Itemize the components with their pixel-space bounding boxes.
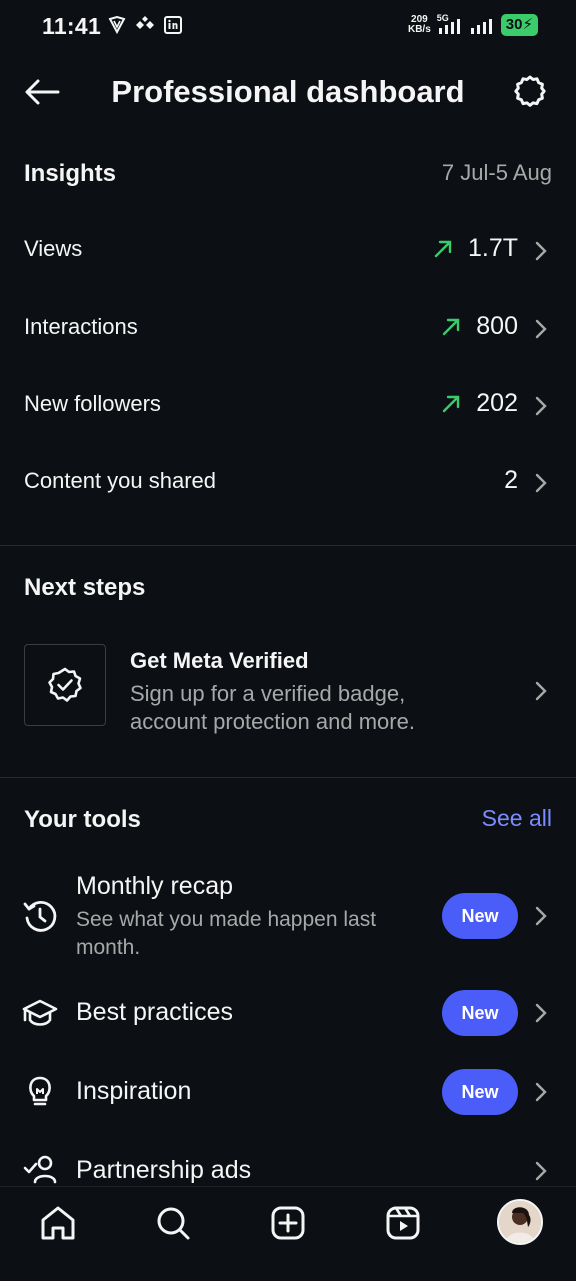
chevron-right-icon: [535, 1003, 547, 1023]
nav-reels-button[interactable]: [383, 1203, 423, 1243]
next-steps-title: Next steps: [24, 574, 146, 601]
app-notification-icon: [136, 16, 154, 29]
home-icon: [41, 1206, 75, 1240]
metric-value: 800: [476, 312, 518, 340]
chevron-right-icon: [535, 1082, 547, 1102]
notification-icons: [108, 16, 182, 34]
tool-title: Best practices: [76, 998, 234, 1026]
new-badge: New: [442, 990, 518, 1036]
settings-button[interactable]: [512, 74, 548, 110]
metric-value: 202: [476, 389, 518, 417]
signal-icon: [470, 19, 492, 34]
history-icon: [23, 900, 57, 932]
page-title: Professional dashboard: [111, 74, 465, 109]
nav-profile-avatar[interactable]: [497, 1199, 543, 1245]
divider: [0, 545, 576, 546]
tools-title: Your tools: [24, 806, 141, 833]
chevron-right-icon: [535, 1161, 547, 1181]
tool-partnership-ads[interactable]: Partnership ads: [0, 1144, 576, 1186]
chevron-right-icon: [535, 906, 547, 926]
metric-row-content-shared[interactable]: Content you shared 2: [0, 452, 576, 512]
see-all-link[interactable]: See all: [482, 805, 552, 832]
insights-title: Insights: [24, 160, 117, 187]
tool-best-practices[interactable]: Best practices New: [0, 986, 576, 1046]
tool-title: Monthly recap: [76, 872, 234, 900]
status-bar: 11:41 209 KB/s 5G 30⚡: [0, 0, 576, 56]
net-speed-unit: KB/s: [407, 24, 431, 35]
nav-home-button[interactable]: [38, 1203, 78, 1243]
new-badge: New: [442, 893, 518, 939]
metric-row-interactions[interactable]: Interactions 800: [0, 298, 576, 358]
top-bar: Professional dashboard: [0, 56, 576, 128]
tool-title: Partnership ads: [76, 1156, 252, 1184]
chevron-right-icon: [535, 681, 547, 701]
chevron-right-icon: [535, 319, 547, 339]
linkedin-icon: [164, 16, 182, 34]
partnership-icon: [23, 1155, 57, 1184]
metric-value: 2: [504, 466, 518, 494]
metric-row-views[interactable]: Views 1.7T: [0, 220, 576, 280]
chevron-right-icon: [535, 241, 547, 261]
signal-5g-icon: 5G: [437, 13, 463, 36]
reels-icon: [386, 1206, 420, 1240]
tool-description: See what you made happen last month.: [76, 908, 377, 959]
trend-up-icon: [434, 240, 452, 258]
lightbulb-icon: [29, 1076, 51, 1106]
search-icon: [157, 1207, 190, 1240]
trend-up-icon: [442, 318, 460, 336]
metric-label: Content you shared: [24, 468, 217, 493]
date-range[interactable]: 7 Jul-5 Aug: [442, 160, 552, 186]
divider: [0, 777, 576, 778]
metric-value: 1.7T: [467, 234, 518, 262]
bottom-nav: [0, 1186, 576, 1281]
verified-badge-icon: [48, 667, 82, 702]
trend-up-icon: [442, 395, 460, 413]
tool-title: Inspiration: [76, 1077, 192, 1105]
nav-search-button[interactable]: [153, 1203, 193, 1243]
battery-indicator: 30⚡: [500, 14, 538, 36]
shield-notification-icon: [108, 16, 126, 34]
gear-icon: [514, 75, 546, 107]
battery-level: 30: [505, 16, 523, 33]
system-indicators: 209 KB/s 5G 30⚡: [408, 13, 538, 36]
next-step-description: Sign up for a verified badge, account pr…: [130, 681, 415, 734]
status-time: 11:41: [42, 13, 102, 39]
metric-label: New followers: [24, 391, 161, 416]
next-step-title: Get Meta Verified: [130, 648, 309, 673]
metric-label: Views: [24, 236, 83, 261]
verified-badge-box: [24, 644, 106, 726]
meta-verified-card[interactable]: Get Meta Verified Sign up for a verified…: [0, 636, 576, 736]
net-speed: 209 KB/s: [408, 15, 431, 35]
chevron-right-icon: [535, 396, 547, 416]
add-post-icon: [271, 1206, 305, 1240]
graduation-cap-icon: [22, 999, 58, 1026]
nav-create-button[interactable]: [268, 1203, 308, 1243]
metric-label: Interactions: [24, 314, 138, 339]
tool-inspiration[interactable]: Inspiration New: [0, 1065, 576, 1125]
tool-monthly-recap[interactable]: Monthly recap See what you made happen l…: [0, 866, 576, 966]
metric-row-new-followers[interactable]: New followers 202: [0, 375, 576, 435]
new-badge: New: [442, 1069, 518, 1115]
chevron-right-icon: [535, 473, 547, 493]
profile-photo: [499, 1201, 541, 1243]
